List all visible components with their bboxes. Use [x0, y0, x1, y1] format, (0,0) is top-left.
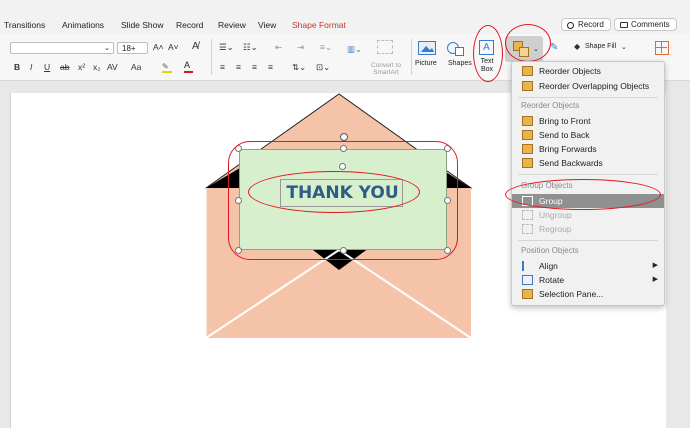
character-spacing-button[interactable]: AV [107, 62, 118, 72]
regroup-icon [522, 224, 533, 234]
align-left-icon[interactable]: ≡ [220, 62, 225, 72]
decrease-indent-icon[interactable]: ⇤ [275, 42, 282, 53]
menu-item-ungroup[interactable]: Ungroup [512, 208, 664, 222]
subscript-button[interactable]: x₂ [93, 62, 101, 72]
tab-view[interactable]: View [258, 20, 276, 30]
quick-styles-icon[interactable]: ✎ [550, 42, 558, 53]
menu-item-bring-forwards[interactable]: Bring Forwards [512, 142, 664, 156]
bring-to-front-icon [522, 116, 533, 126]
selection-pane-icon [522, 289, 533, 299]
highlight-oval-text [248, 171, 420, 213]
text-direction-icon[interactable]: ⇅⌄ [292, 62, 306, 73]
bring-forwards-icon [522, 144, 533, 154]
ribbon-tab-bar: Transitions Animations Slide Show Record… [0, 0, 690, 34]
menu-header-reorder: Reorder Objects [521, 101, 580, 110]
comments-button[interactable]: Comments [614, 18, 677, 31]
comment-icon [620, 22, 628, 28]
tab-transitions[interactable]: Transitions [4, 20, 45, 30]
picture-icon[interactable] [418, 41, 436, 55]
increase-font-button[interactable]: A˄ [153, 42, 164, 52]
menu-separator [518, 174, 658, 175]
divider [411, 39, 412, 75]
align-icon [522, 261, 533, 271]
change-case-button[interactable]: Aa [131, 62, 141, 72]
grid-icon[interactable] [655, 41, 669, 55]
submenu-arrow-icon: ▶ [652, 262, 658, 269]
bold-button[interactable]: B [14, 62, 20, 72]
increase-indent-icon[interactable]: ⇥ [297, 42, 304, 53]
record-button[interactable]: Record [561, 18, 611, 31]
highlight-icon[interactable]: ✎ [162, 62, 172, 73]
menu-header-position: Position Objects [521, 246, 579, 255]
divider [211, 39, 212, 75]
font-size-field[interactable]: 18+ [117, 42, 148, 54]
reorder-overlapping-icon [522, 81, 533, 91]
justify-icon[interactable]: ≡ [268, 62, 273, 72]
tab-shape-format[interactable]: Shape Format [292, 20, 346, 30]
menu-item-regroup[interactable]: Regroup [512, 222, 664, 236]
menu-separator [518, 97, 658, 98]
shape-fill-icon[interactable]: ◆ [574, 42, 580, 51]
font-name-field[interactable]: ⌄ [10, 42, 114, 54]
ungroup-icon [522, 210, 533, 220]
shapes-label[interactable]: Shapes [448, 60, 472, 67]
highlight-oval-textbox [473, 25, 503, 82]
chevron-down-icon: ⌄ [621, 44, 627, 51]
submenu-arrow-icon: ▶ [652, 276, 658, 283]
superscript-button[interactable]: x² [78, 62, 85, 72]
reorder-objects-icon [522, 66, 533, 76]
clear-formatting-icon[interactable]: A̸ [192, 41, 199, 52]
rotate-icon [522, 275, 533, 285]
chevron-down-icon: ⌄ [104, 45, 110, 52]
menu-item-reorder-overlapping[interactable]: Reorder Overlapping Objects [512, 79, 664, 93]
menu-item-selection-pane[interactable]: Selection Pane... [512, 287, 664, 301]
bullets-icon[interactable]: ☰⌄ [219, 42, 234, 53]
menu-item-align[interactable]: Align ▶ [512, 259, 664, 273]
font-color-icon[interactable]: A [184, 61, 193, 73]
shape-fill-label[interactable]: Shape Fill [585, 43, 616, 50]
menu-item-send-to-back[interactable]: Send to Back [512, 128, 664, 142]
convert-smartart-button[interactable]: Convert to SmartArt [366, 62, 406, 76]
align-center-icon[interactable]: ≡ [236, 62, 241, 72]
align-text-icon[interactable]: ⊡⌄ [316, 62, 330, 73]
send-backwards-icon [522, 158, 533, 168]
tab-review[interactable]: Review [218, 20, 246, 30]
menu-separator [518, 240, 658, 241]
rotate-handle-icon[interactable] [340, 133, 348, 141]
menu-item-rotate[interactable]: Rotate ▶ [512, 273, 664, 287]
align-right-icon[interactable]: ≡ [252, 62, 257, 72]
decrease-font-button[interactable]: A˅ [168, 42, 179, 52]
tab-slide-show[interactable]: Slide Show [121, 20, 164, 30]
square-shape-icon [455, 47, 464, 56]
italic-button[interactable]: I [30, 62, 32, 72]
highlight-oval-arrange [505, 24, 551, 62]
menu-item-reorder-objects[interactable]: Reorder Objects [512, 64, 664, 78]
tab-animations[interactable]: Animations [62, 20, 104, 30]
record-icon [567, 22, 574, 29]
menu-item-bring-to-front[interactable]: Bring to Front [512, 114, 664, 128]
tab-record[interactable]: Record [176, 20, 203, 30]
menu-item-send-backwards[interactable]: Send Backwards [512, 156, 664, 170]
underline-button[interactable]: U [44, 62, 50, 72]
picture-label[interactable]: Picture [415, 60, 437, 67]
smartart-icon [377, 40, 393, 54]
line-spacing-icon[interactable]: ≡⌄ [320, 42, 332, 53]
numbering-icon[interactable]: ☷⌄ [243, 42, 258, 53]
columns-icon[interactable]: ▥⌄ [347, 44, 362, 55]
strikethrough-button[interactable]: ab [60, 62, 69, 72]
highlight-oval-group [505, 179, 661, 210]
send-to-back-icon [522, 130, 533, 140]
